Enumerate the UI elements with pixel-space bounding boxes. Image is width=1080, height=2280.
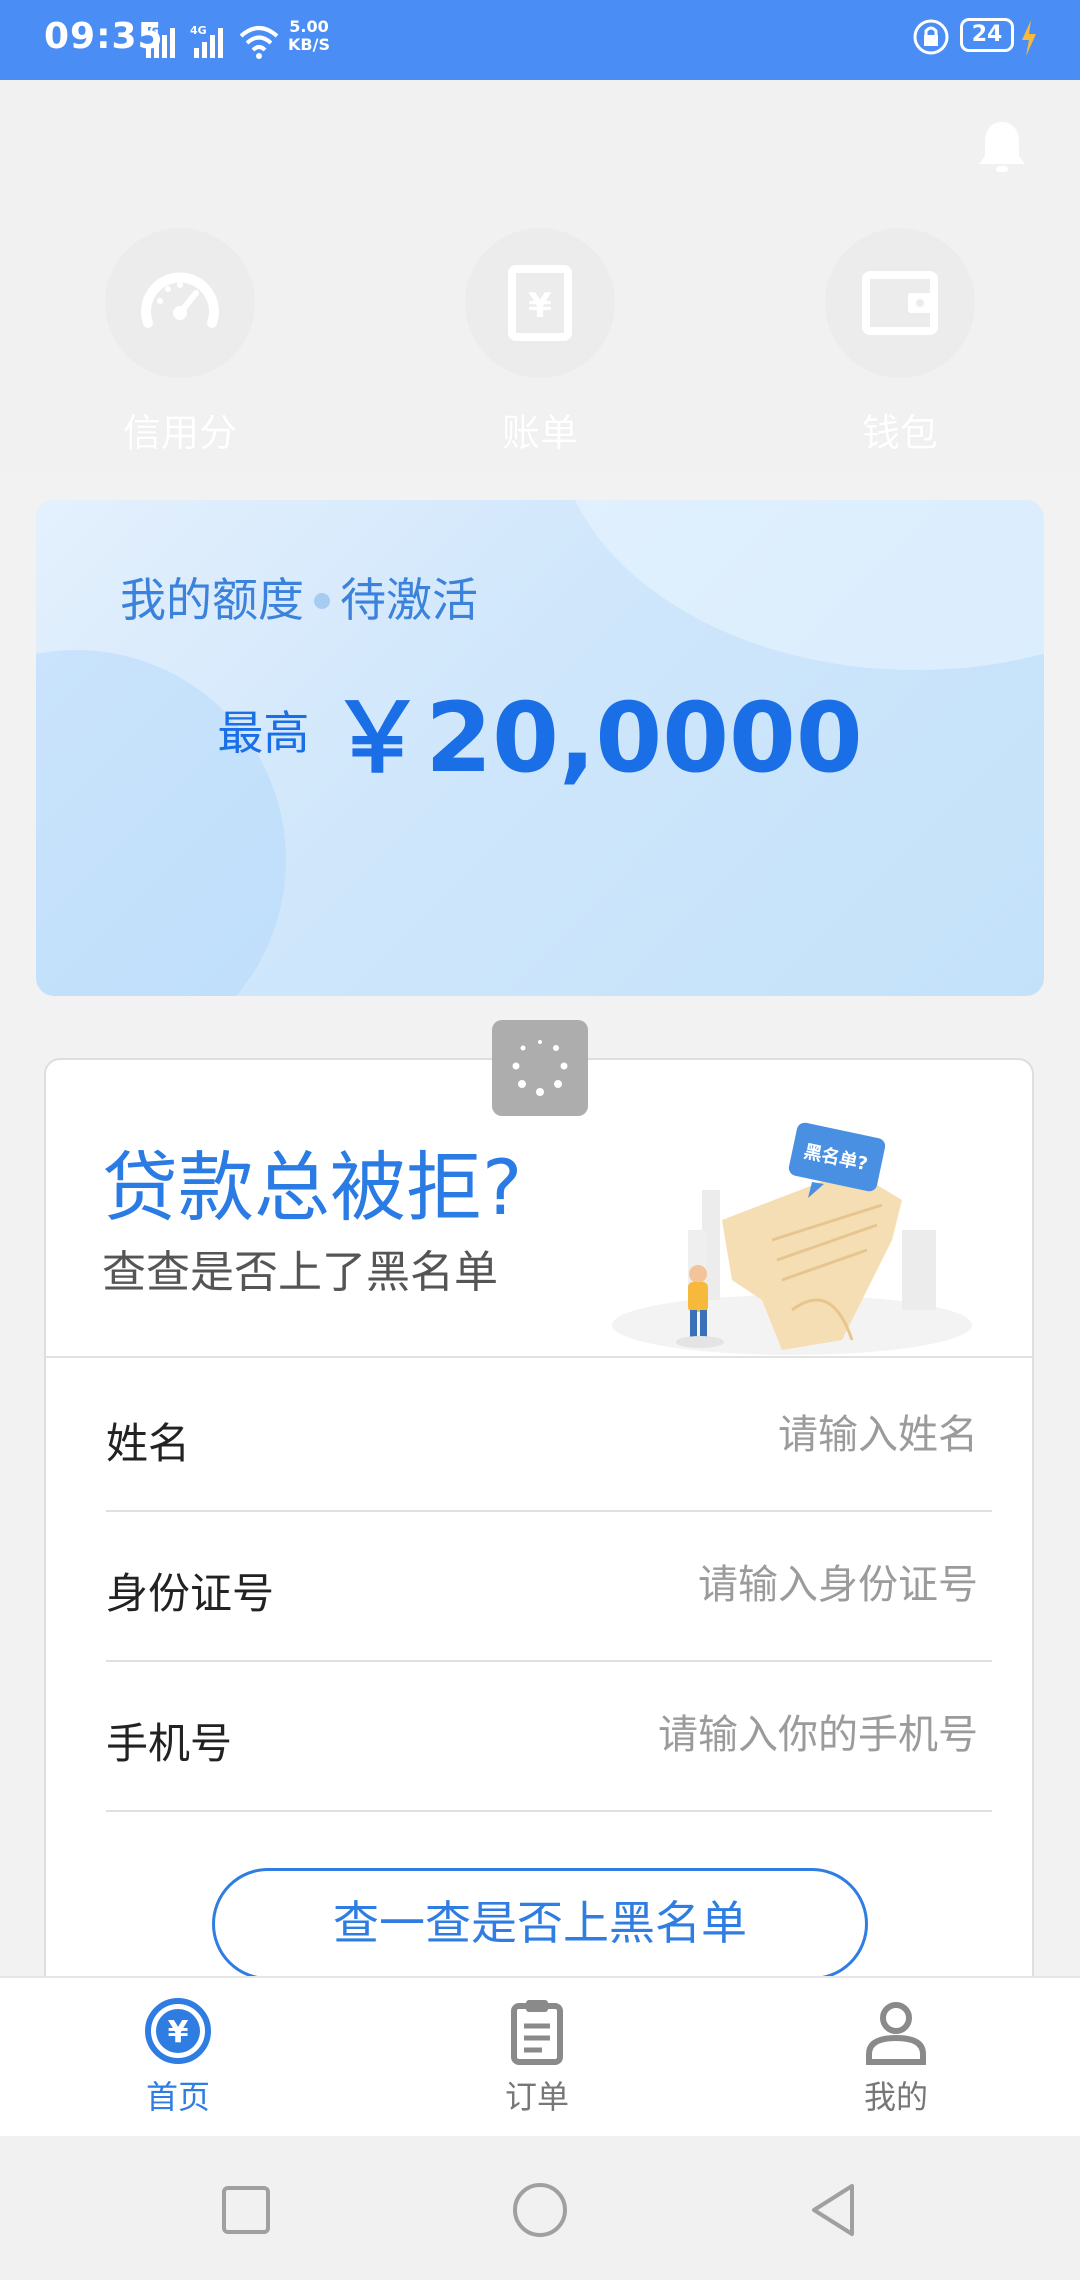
id-number-label: 身份证号 xyxy=(106,1569,275,1618)
net-speed-unit: KB/S xyxy=(288,35,330,54)
bill-icon: ¥ xyxy=(508,265,572,341)
quota-title: 我的额度 待激活 xyxy=(120,564,478,630)
system-nav-bar xyxy=(0,2136,1080,2280)
nav-credit-score-circle xyxy=(105,228,255,378)
svg-text:¥: ¥ xyxy=(528,286,552,326)
blacklist-title: 贷款总被拒? xyxy=(102,1143,523,1232)
phone-label: 手机号 xyxy=(106,1719,233,1768)
loading-spinner xyxy=(492,1020,588,1116)
cell-signal-2-icon: 4G xyxy=(190,24,223,58)
phone-row: 手机号 xyxy=(106,1660,992,1812)
tab-mine[interactable]: 我的 xyxy=(796,1996,996,2118)
decor-circle xyxy=(556,500,1044,670)
speedometer-icon xyxy=(141,272,219,328)
recent-apps-icon[interactable] xyxy=(218,2182,274,2238)
spinner-icon xyxy=(512,1040,568,1096)
header: 信用分 ¥ 账单 钱包 xyxy=(0,80,1080,470)
nav-wallet-label: 钱包 xyxy=(861,411,938,455)
clipboard-icon xyxy=(511,2000,563,2065)
user-icon xyxy=(866,2002,926,2065)
tab-orders[interactable]: 订单 xyxy=(437,1996,637,2118)
check-blacklist-button[interactable]: 查一查是否上黑名单 xyxy=(212,1868,868,1980)
nav-wallet[interactable]: 钱包 xyxy=(810,228,990,457)
nav-bill[interactable]: ¥ 账单 xyxy=(450,228,630,457)
quota-card[interactable]: 我的额度 待激活 最高 ￥20,0000 xyxy=(36,500,1044,996)
home-circle-icon[interactable] xyxy=(512,2182,568,2238)
dot-separator xyxy=(314,592,330,609)
nav-credit-score-label: 信用分 xyxy=(122,411,237,455)
wifi-icon xyxy=(239,26,279,59)
net-speed-value: 5.00 xyxy=(289,17,329,36)
tab-home-label: 首页 xyxy=(145,2078,210,2116)
svg-text:¥: ¥ xyxy=(168,2015,189,2050)
nav-bill-circle: ¥ xyxy=(465,228,615,378)
cell-signal-icon: 4G xyxy=(142,24,175,58)
nav-credit-score[interactable]: 信用分 xyxy=(90,228,270,457)
blacklist-subtitle: 查查是否上了黑名单 xyxy=(102,1247,498,1298)
battery-indicator: 24 xyxy=(960,18,1014,52)
name-input[interactable] xyxy=(456,1404,980,1466)
id-number-row: 身份证号 xyxy=(106,1510,992,1662)
quota-prefix: 最高 xyxy=(217,705,310,760)
svg-text:4G: 4G xyxy=(190,24,207,37)
nav-wallet-circle xyxy=(825,228,975,378)
tab-orders-label: 订单 xyxy=(504,2078,569,2116)
quota-value: ￥20,0000 xyxy=(329,682,863,794)
charging-icon xyxy=(1022,20,1036,56)
back-icon[interactable] xyxy=(806,2182,862,2238)
svg-text:4G: 4G xyxy=(142,24,159,37)
phone-input[interactable] xyxy=(456,1704,980,1766)
home-yen-icon: ¥ xyxy=(145,1998,211,2064)
nav-bill-label: 账单 xyxy=(501,411,578,455)
tab-mine-label: 我的 xyxy=(863,2078,928,2116)
name-label: 姓名 xyxy=(106,1419,191,1468)
tab-home[interactable]: ¥ 首页 xyxy=(78,1996,278,2118)
net-speed: 5.00 KB/S xyxy=(288,18,330,54)
quota-status: 待激活 xyxy=(340,573,478,627)
id-number-input[interactable] xyxy=(456,1554,980,1616)
divider xyxy=(46,1356,1032,1358)
name-row: 姓名 xyxy=(106,1360,992,1512)
quota-title-text: 我的额度 xyxy=(120,573,304,627)
tab-bar: ¥ 首页 订单 我的 xyxy=(0,1976,1080,2138)
bell-icon[interactable] xyxy=(976,118,1028,176)
wallet-icon xyxy=(862,271,938,335)
status-bar: 09:35 4G 4G 5.00 KB/S 24 xyxy=(0,0,1080,80)
blacklist-illustration: 黑名单? xyxy=(612,1122,972,1355)
quota-amount: 最高 ￥20,0000 xyxy=(36,660,1044,799)
blacklist-card: 贷款总被拒? 查查是否上了黑名单 黑名单? 姓名 身份证号 手机号 查一查是否上… xyxy=(44,1058,1034,2068)
rotation-lock-icon xyxy=(913,19,949,55)
